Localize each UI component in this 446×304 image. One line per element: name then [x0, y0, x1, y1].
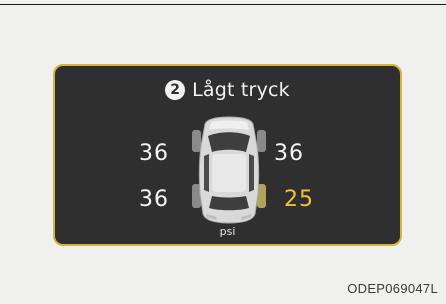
- rear-right-tire-pressure: 25: [284, 187, 314, 212]
- figure-code: ODEP069047L: [347, 281, 438, 296]
- car-top-view-icon: [192, 116, 266, 224]
- top-divider: [0, 4, 446, 5]
- front-left-tire-pressure: 36: [139, 141, 169, 166]
- number-2-circle-icon: 2: [165, 80, 186, 100]
- tpms-display-panel: 2 Lågt tryck 36 36 36 25 psi: [53, 64, 402, 246]
- low-pressure-message: Lågt tryck: [192, 79, 290, 101]
- warning-title: 2 Lågt tryck: [55, 79, 400, 101]
- pressure-unit-label: psi: [219, 225, 236, 238]
- rear-left-tire-pressure: 36: [139, 187, 169, 212]
- front-right-tire-pressure: 36: [274, 141, 304, 166]
